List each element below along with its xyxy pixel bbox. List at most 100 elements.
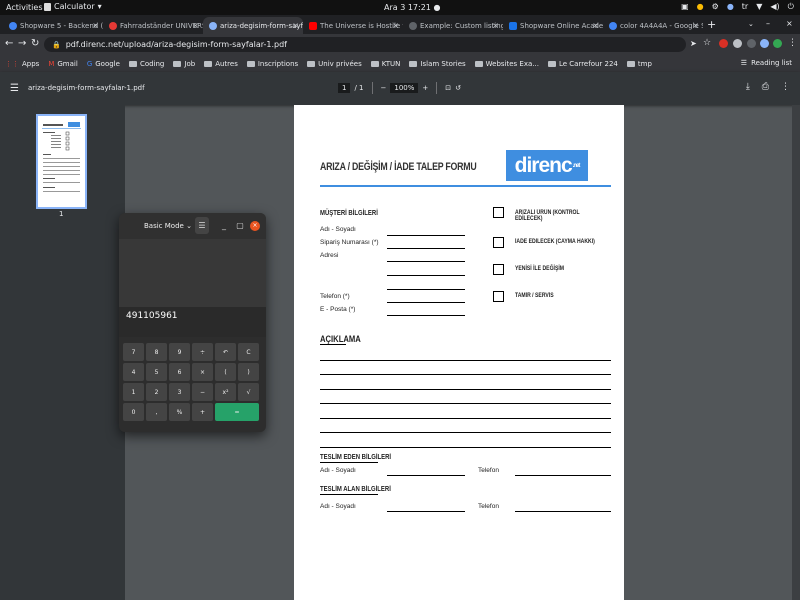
bookmark-tmp[interactable]: tmp bbox=[626, 60, 652, 68]
back-arrow-icon[interactable]: ← bbox=[5, 38, 13, 49]
tab-ariza-form[interactable]: ariza-degisim-form-sayfa × bbox=[203, 17, 303, 34]
new-tab-button[interactable]: + bbox=[707, 18, 716, 31]
activities-button[interactable]: Activities bbox=[6, 3, 43, 12]
bookmark-websites[interactable]: Websites Exa... bbox=[474, 60, 539, 68]
system-tray[interactable]: ▣ ● ⚙ ● tr ▼ ◀) ⏻ bbox=[681, 2, 794, 12]
reload-icon[interactable]: ↻ bbox=[31, 38, 39, 49]
key-multiply[interactable]: × bbox=[192, 363, 213, 381]
bookmark-le-carrefour[interactable]: Le Carrefour 224 bbox=[547, 60, 618, 68]
url-text: pdf.direnc.net/upload/ariza-degisim-form… bbox=[65, 40, 287, 49]
key-9[interactable]: 9 bbox=[169, 343, 190, 361]
bookmark-coding[interactable]: Coding bbox=[128, 60, 164, 68]
download-icon[interactable]: ⤓ bbox=[746, 82, 750, 92]
bookmark-star-icon[interactable]: ☆ bbox=[703, 38, 711, 48]
checkbox-defective[interactable] bbox=[493, 207, 504, 218]
description-line bbox=[320, 418, 611, 419]
close-icon[interactable]: × bbox=[250, 221, 260, 231]
key-1[interactable]: 1 bbox=[123, 383, 144, 401]
bookmark-gmail[interactable]: M Gmail bbox=[48, 60, 77, 68]
bookmark-univ-privees[interactable]: Univ privées bbox=[307, 60, 362, 68]
zoom-out-button[interactable]: − bbox=[381, 84, 387, 92]
key-sqrt[interactable]: √ bbox=[238, 383, 259, 401]
folder-icon bbox=[626, 60, 635, 67]
key-undo[interactable]: ↶ bbox=[215, 343, 236, 361]
bookmark-google[interactable]: G Google bbox=[87, 60, 120, 68]
tab-custom-listing[interactable]: Example: Custom listing × bbox=[403, 17, 503, 34]
key-3[interactable]: 3 bbox=[169, 383, 190, 401]
reading-list-button[interactable]: ☰ Reading list bbox=[741, 59, 792, 67]
clock[interactable]: Ara 3 17:21 ● bbox=[384, 3, 440, 12]
page-number-input[interactable]: 1 bbox=[338, 83, 351, 93]
mic-icon[interactable] bbox=[747, 39, 756, 48]
key-8[interactable]: 8 bbox=[146, 343, 167, 361]
description-heading: AÇIKLAMA bbox=[320, 334, 361, 344]
close-icon[interactable]: × bbox=[692, 21, 699, 30]
tab-shopware-academy[interactable]: Shopware Online Acade × bbox=[503, 17, 603, 34]
close-icon[interactable]: × bbox=[592, 21, 599, 30]
forward-arrow-icon[interactable]: → bbox=[18, 38, 26, 49]
checkbox-return[interactable] bbox=[493, 237, 504, 248]
checkbox-repair[interactable] bbox=[493, 291, 504, 302]
folder-icon bbox=[474, 60, 483, 67]
bookmark-apps[interactable]: ⋮⋮ Apps bbox=[5, 60, 39, 68]
tab-google-search[interactable]: color 4A4A4A - Google Se × bbox=[603, 17, 703, 34]
tab-shopware-backend[interactable]: Shopware 5 - Backend (c × bbox=[3, 17, 103, 34]
key-6[interactable]: 6 bbox=[169, 363, 190, 381]
key-divide[interactable]: ÷ bbox=[192, 343, 213, 361]
tab-universe-hostile[interactable]: The Universe is Hostile to × bbox=[303, 17, 403, 34]
zoom-in-button[interactable]: + bbox=[422, 84, 428, 92]
key-7[interactable]: 7 bbox=[123, 343, 144, 361]
mode-selector[interactable]: Basic Mode ⌄ bbox=[144, 222, 192, 230]
rotate-icon[interactable]: ↺ bbox=[455, 84, 461, 92]
key-square[interactable]: x² bbox=[215, 383, 236, 401]
profile-avatar[interactable] bbox=[773, 39, 782, 48]
send-icon[interactable]: ➤ bbox=[690, 39, 697, 48]
chrome-menu-icon[interactable]: ⋮ bbox=[788, 38, 797, 48]
key-open-paren[interactable]: ( bbox=[215, 363, 236, 381]
app-menu[interactable]: Calculator ▾ bbox=[44, 2, 102, 11]
bookmark-ktun[interactable]: KTUN bbox=[370, 60, 400, 68]
minimize-icon[interactable]: – bbox=[766, 19, 770, 28]
fit-page-icon[interactable]: ⊡ bbox=[445, 84, 451, 92]
close-icon[interactable]: × bbox=[392, 21, 399, 30]
key-percent[interactable]: % bbox=[169, 403, 190, 421]
key-subtract[interactable]: − bbox=[192, 383, 213, 401]
close-icon[interactable]: × bbox=[292, 21, 299, 30]
key-2[interactable]: 2 bbox=[146, 383, 167, 401]
key-0[interactable]: 0 bbox=[123, 403, 144, 421]
checkbox-exchange[interactable] bbox=[493, 264, 504, 275]
hamburger-menu-icon[interactable]: ☰ bbox=[10, 83, 19, 94]
bookmark-job[interactable]: Job bbox=[173, 60, 195, 68]
maximize-icon[interactable]: ▢ bbox=[233, 217, 247, 234]
minimize-icon[interactable]: _ bbox=[217, 217, 231, 234]
tab-fahrradstaender[interactable]: Fahrradständer UNIVERS × bbox=[103, 17, 203, 34]
close-icon[interactable]: × bbox=[92, 21, 99, 30]
tab-search-icon[interactable]: ⌄ bbox=[748, 20, 754, 28]
close-icon[interactable]: × bbox=[192, 21, 199, 30]
extension-icon[interactable] bbox=[733, 39, 742, 48]
print-icon[interactable]: ⎙ bbox=[762, 82, 769, 92]
more-options-icon[interactable]: ⋮ bbox=[781, 82, 790, 92]
key-decimal[interactable]: , bbox=[146, 403, 167, 421]
key-5[interactable]: 5 bbox=[146, 363, 167, 381]
calculator-headerbar[interactable]: Basic Mode ⌄ ☰ _ ▢ × bbox=[119, 213, 266, 239]
extensions-puzzle-icon[interactable] bbox=[760, 39, 769, 48]
key-clear[interactable]: C bbox=[238, 343, 259, 361]
extension-icon[interactable] bbox=[719, 39, 728, 48]
calculator-display[interactable]: 491105961 bbox=[119, 307, 266, 337]
close-icon[interactable]: × bbox=[492, 21, 499, 30]
window-close-icon[interactable]: × bbox=[786, 19, 793, 28]
scrollbar[interactable] bbox=[792, 105, 800, 600]
key-equals[interactable]: = bbox=[215, 403, 259, 421]
zoom-input[interactable]: 100% bbox=[390, 83, 419, 93]
bookmark-inscriptions[interactable]: Inscriptions bbox=[246, 60, 298, 68]
extension-tray-icon: ● bbox=[726, 2, 734, 11]
bookmark-islam-stories[interactable]: Islam Stories bbox=[409, 60, 466, 68]
bookmark-autres[interactable]: Autres bbox=[204, 60, 238, 68]
key-close-paren[interactable]: ) bbox=[238, 363, 259, 381]
page-thumbnail[interactable] bbox=[36, 114, 87, 209]
key-add[interactable]: + bbox=[192, 403, 213, 421]
hamburger-menu-icon[interactable]: ☰ bbox=[195, 217, 209, 234]
address-bar[interactable]: 🔒 pdf.direnc.net/upload/ariza-degisim-fo… bbox=[44, 37, 686, 52]
key-4[interactable]: 4 bbox=[123, 363, 144, 381]
